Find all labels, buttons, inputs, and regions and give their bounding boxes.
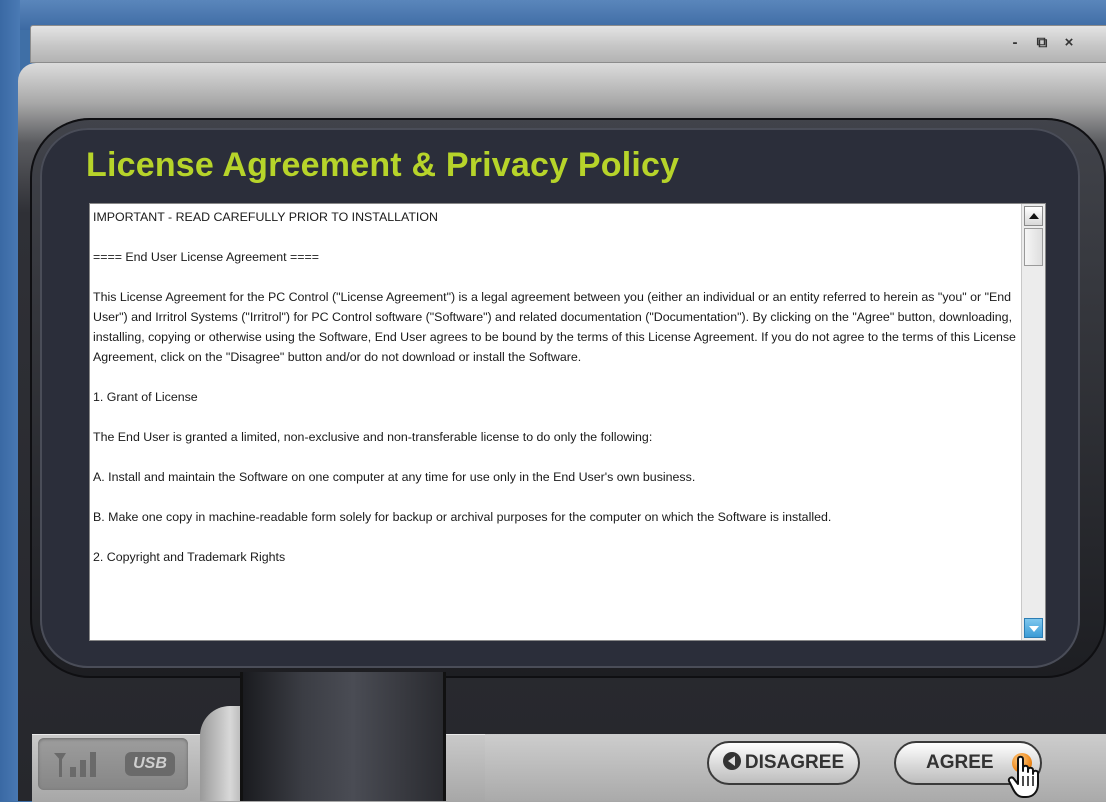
scroll-down-icon[interactable] [1024, 618, 1043, 638]
license-paragraph: The End User is granted a limited, non-e… [93, 430, 653, 444]
license-paragraph: 1. Grant of License [93, 390, 198, 404]
monitor-stand [240, 672, 446, 801]
license-paragraph: 2. Copyright and Trademark Rights [93, 550, 286, 564]
license-paragraph: ==== End User License Agreement ==== [93, 250, 319, 264]
license-paragraph: IMPORTANT - READ CAREFULLY PRIOR TO INST… [93, 210, 438, 224]
license-paragraph: A. Install and maintain the Software on … [93, 470, 696, 484]
restore-button[interactable]: ⧉ [1031, 32, 1053, 54]
disagree-button[interactable]: DISAGREE [707, 741, 860, 785]
desktop-edge [0, 0, 20, 801]
hand-cursor-icon [1007, 755, 1039, 798]
scroll-thumb[interactable] [1024, 228, 1043, 266]
signal-strength-icon [54, 752, 96, 777]
license-paragraph: B. Make one copy in machine-readable for… [93, 510, 832, 524]
minimize-button[interactable]: - [1004, 32, 1026, 54]
page-title: License Agreement & Privacy Policy [86, 146, 680, 184]
usb-icon: USB [125, 752, 175, 776]
license-paragraph: This License Agreement for the PC Contro… [93, 290, 1016, 364]
disagree-label: DISAGREE [744, 752, 845, 773]
vertical-scrollbar[interactable] [1021, 204, 1045, 640]
license-text-box[interactable]: IMPORTANT - READ CAREFULLY PRIOR TO INST… [89, 203, 1046, 641]
license-text: IMPORTANT - READ CAREFULLY PRIOR TO INST… [90, 204, 1021, 640]
scroll-up-icon[interactable] [1024, 206, 1043, 226]
close-button[interactable]: × [1058, 32, 1080, 54]
back-arrow-icon [722, 752, 741, 770]
window-titlebar[interactable]: - ⧉ × [30, 25, 1106, 63]
agree-label: AGREE [926, 752, 994, 773]
